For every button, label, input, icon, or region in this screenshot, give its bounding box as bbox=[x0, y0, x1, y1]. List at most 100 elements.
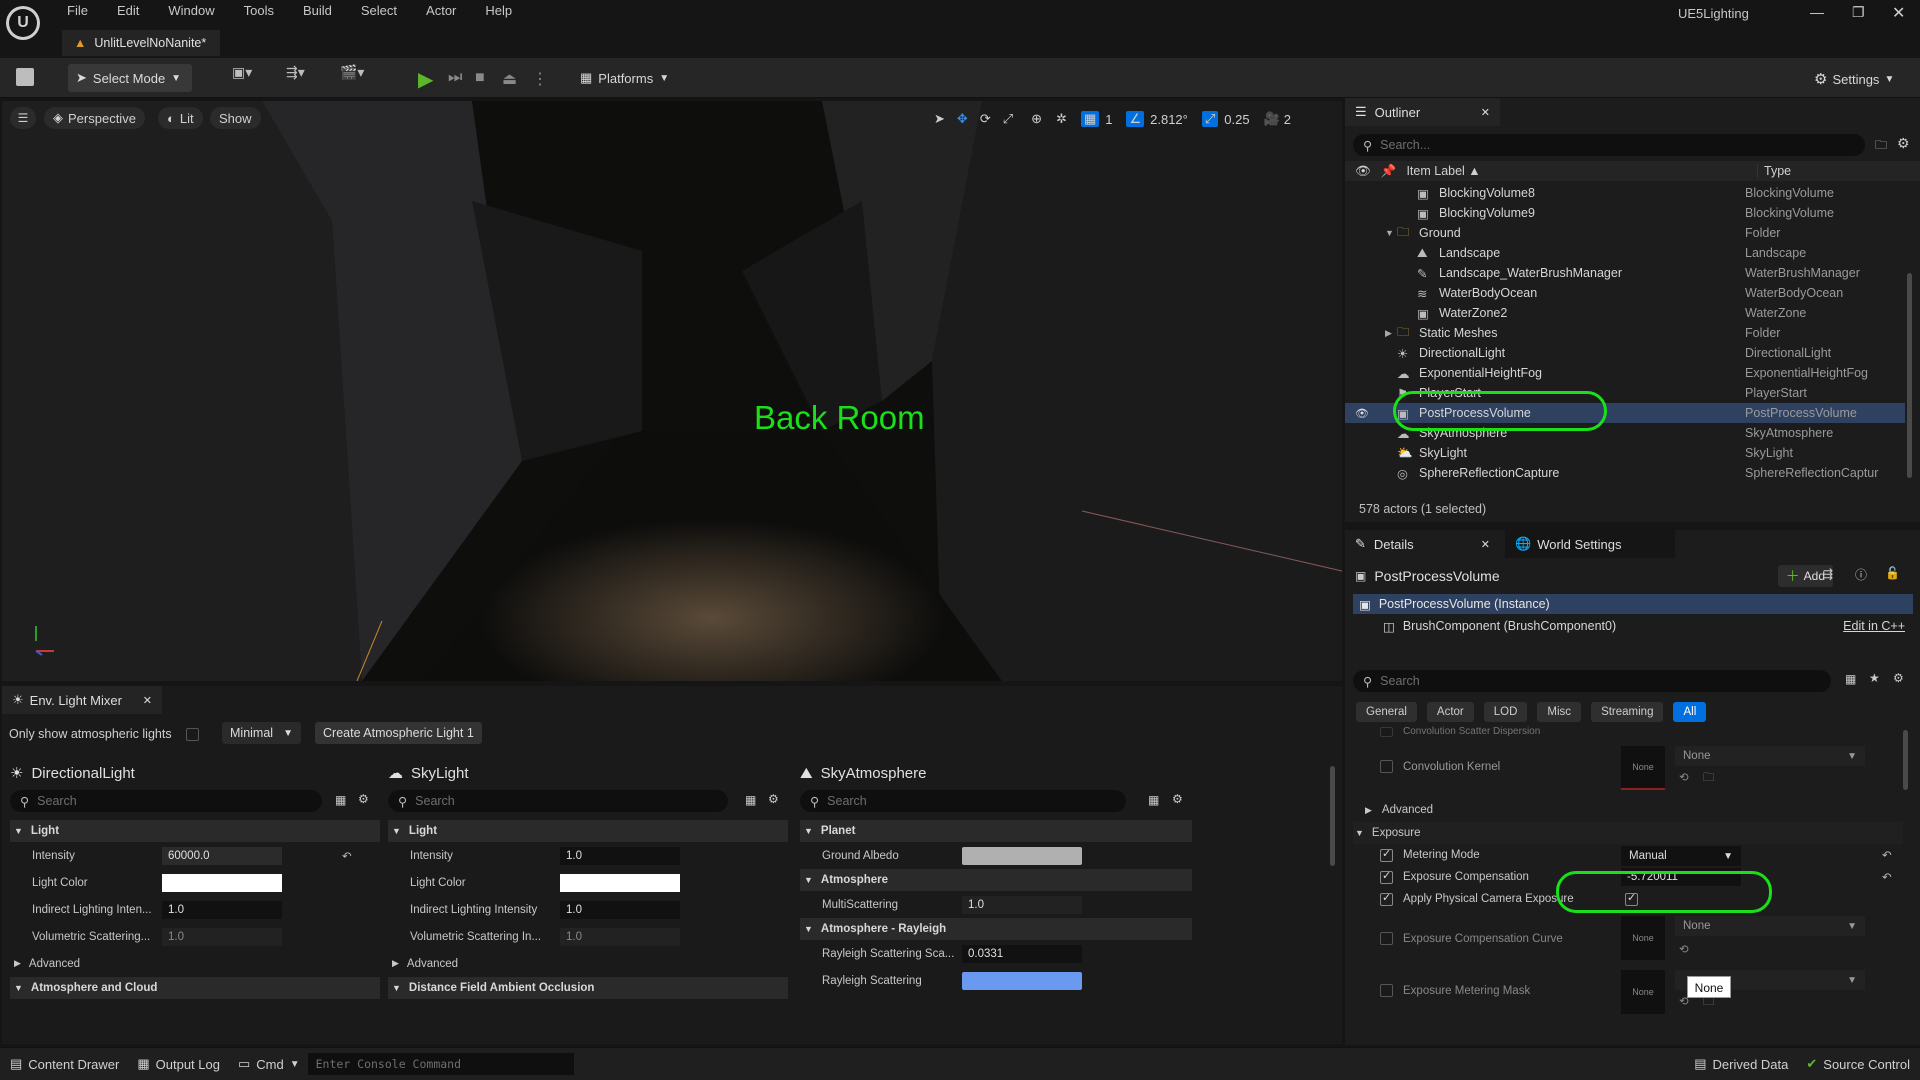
mixer-scroll-thumb[interactable] bbox=[1330, 766, 1335, 866]
outliner-row[interactable]: ▼ 🗀 Ground Folder bbox=[1345, 223, 1905, 243]
surface-snap-icon[interactable]: ✲ bbox=[1056, 111, 1067, 127]
stop-icon[interactable]: ■ bbox=[475, 69, 485, 87]
menu-file[interactable]: File bbox=[67, 3, 88, 18]
curve-dropdown[interactable]: None ▼ bbox=[1675, 916, 1865, 936]
details-tab[interactable]: ✎ Details ✕ bbox=[1345, 530, 1500, 558]
checkbox[interactable] bbox=[1380, 727, 1393, 737]
close-tab-icon[interactable]: ✕ bbox=[1481, 106, 1490, 119]
outliner-row[interactable]: ☁ ExponentialHeightFog ExponentialHeightFo… bbox=[1345, 363, 1905, 383]
outliner-row[interactable]: ▶ 🗀 Static Meshes Folder bbox=[1345, 323, 1905, 343]
gear-icon[interactable]: ⚙ bbox=[358, 792, 369, 806]
outliner-row[interactable]: ▣ BlockingVolume9 BlockingVolume bbox=[1345, 203, 1905, 223]
filter-lod[interactable]: LOD bbox=[1483, 702, 1528, 722]
lit-button[interactable]: ◐ Lit bbox=[158, 107, 203, 129]
dir-light-color-swatch[interactable] bbox=[162, 873, 282, 892]
reset-icon[interactable]: ⟲ bbox=[1679, 770, 1689, 784]
filter-streaming[interactable]: Streaming bbox=[1591, 702, 1664, 722]
browse-icon[interactable]: 🗀 bbox=[1703, 770, 1715, 789]
reset-arrow-icon[interactable]: ↶ bbox=[342, 849, 352, 863]
minimal-dropdown[interactable]: Minimal ▼ bbox=[222, 722, 301, 744]
table-view-icon[interactable]: ▦ bbox=[1148, 793, 1159, 807]
sky-advanced-row[interactable]: ▶ Advanced bbox=[388, 950, 788, 977]
table-view-icon[interactable]: ▦ bbox=[745, 793, 756, 807]
platforms-button[interactable]: ▦ Platforms ▼ bbox=[580, 70, 669, 86]
atmosphere-section[interactable]: ▼ Atmosphere bbox=[800, 869, 1192, 891]
brush-component-row[interactable]: ◫ BrushComponent (BrushComponent0) Edit … bbox=[1353, 616, 1913, 636]
texture-thumbnail[interactable]: None bbox=[1621, 746, 1665, 790]
blueprint-icon[interactable]: ⇶ bbox=[1823, 567, 1833, 581]
filter-all[interactable]: All bbox=[1673, 702, 1707, 722]
derived-data-button[interactable]: ▤ Derived Data bbox=[1694, 1056, 1788, 1072]
light-mixer-tab[interactable]: ☀ Env. Light Mixer ✕ bbox=[2, 686, 162, 714]
outliner-row[interactable]: ◎ SphereReflectionCapture SphereReflection… bbox=[1345, 463, 1905, 483]
scale-snap-icon[interactable]: ⤢ bbox=[1201, 111, 1219, 127]
outliner-row[interactable]: ⛅ SkyLight SkyLight bbox=[1345, 443, 1905, 463]
rayleigh-color-swatch[interactable] bbox=[962, 971, 1082, 990]
sky-light-color-swatch[interactable] bbox=[560, 873, 680, 892]
ground-albedo-swatch[interactable] bbox=[962, 846, 1082, 865]
show-button[interactable]: Show bbox=[210, 107, 261, 129]
outliner-row[interactable]: ⛰ Landscape Landscape bbox=[1345, 243, 1905, 263]
settings-button[interactable]: ⚙ Settings ▼ bbox=[1814, 70, 1894, 88]
save-icon[interactable] bbox=[16, 68, 34, 86]
blueprint-icon[interactable]: ⇶▾ bbox=[280, 64, 311, 92]
menu-tools[interactable]: Tools bbox=[244, 3, 274, 18]
outliner-row[interactable]: ✎ Landscape_WaterBrushManager WaterBrushMa… bbox=[1345, 263, 1905, 283]
world-settings-tab[interactable]: 🌐 World Settings bbox=[1505, 530, 1675, 558]
star-icon[interactable]: ★ bbox=[1869, 671, 1880, 685]
grid-snap-value[interactable]: 1 bbox=[1105, 112, 1112, 127]
play-options-icon[interactable]: ⋮ bbox=[532, 69, 548, 89]
rotation-snap-value[interactable]: 2.812° bbox=[1150, 112, 1188, 127]
camera-speed-icon[interactable]: 🎥 bbox=[1264, 111, 1280, 127]
step-icon[interactable]: ⏭ bbox=[448, 69, 462, 87]
dir-indirect-input[interactable]: 1.0 bbox=[162, 900, 282, 919]
create-atmo-light-button[interactable]: Create Atmospheric Light 1 bbox=[315, 722, 482, 744]
gear-icon[interactable]: ⚙ bbox=[768, 792, 779, 806]
multi-scattering-input[interactable]: 1.0 bbox=[962, 895, 1082, 914]
atmo-cloud-section[interactable]: ▼ Atmosphere and Cloud bbox=[10, 977, 380, 999]
sky-indirect-input[interactable]: 1.0 bbox=[560, 900, 680, 919]
select-tool-icon[interactable]: ➤ bbox=[934, 111, 945, 127]
translate-icon[interactable]: ✥ bbox=[957, 111, 968, 127]
scale-snap-value[interactable]: 0.25 bbox=[1224, 112, 1249, 127]
viewport-options-button[interactable]: ☰ bbox=[10, 107, 36, 129]
eject-icon[interactable]: ⏏ bbox=[502, 69, 517, 89]
dfao-section[interactable]: ▼ Distance Field Ambient Occlusion bbox=[388, 977, 788, 999]
console-input[interactable]: Enter Console Command bbox=[307, 1053, 574, 1075]
dir-intensity-input[interactable]: 60000.0 bbox=[162, 846, 282, 865]
menu-window[interactable]: Window bbox=[168, 3, 214, 18]
output-log-button[interactable]: ▦ Output Log bbox=[137, 1056, 220, 1072]
rotation-snap-icon[interactable]: ∠ bbox=[1126, 111, 1145, 127]
details-scroll-thumb[interactable] bbox=[1903, 730, 1908, 790]
dir-volumetric-input[interactable]: 1.0 bbox=[162, 927, 282, 946]
checkbox[interactable] bbox=[1380, 849, 1393, 862]
source-control-button[interactable]: ✔ Source Control bbox=[1806, 1056, 1910, 1072]
table-view-icon[interactable]: ▦ bbox=[335, 793, 346, 807]
select-mode-button[interactable]: ➤ Select Mode ▼ bbox=[68, 64, 192, 92]
sky-atmo-search[interactable]: ⚲ Search bbox=[800, 790, 1126, 812]
pin-icon[interactable]: 📌 bbox=[1381, 164, 1397, 179]
menu-select[interactable]: Select bbox=[361, 3, 397, 18]
filter-general[interactable]: General bbox=[1356, 702, 1417, 722]
outliner-row[interactable]: ▣ WaterZone2 WaterZone bbox=[1345, 303, 1905, 323]
rayleigh-section[interactable]: ▼ Atmosphere - Rayleigh bbox=[800, 918, 1192, 940]
outliner-scroll-thumb[interactable] bbox=[1907, 273, 1912, 478]
help-icon[interactable]: ⓘ bbox=[1855, 566, 1867, 583]
content-drawer-button[interactable]: ▤ Content Drawer bbox=[10, 1056, 119, 1072]
filter-misc[interactable]: Misc bbox=[1537, 702, 1582, 722]
reset-icon[interactable]: ⟲ bbox=[1679, 942, 1689, 956]
add-actor-icon[interactable]: ▣▾ bbox=[226, 64, 258, 92]
add-folder-icon[interactable]: 🗀 bbox=[1875, 136, 1887, 157]
dir-light-search[interactable]: ⚲ Search bbox=[10, 790, 322, 812]
outliner-row[interactable]: ≋ WaterBodyOcean WaterBodyOcean bbox=[1345, 283, 1905, 303]
checkbox[interactable] bbox=[1380, 760, 1393, 773]
grid-snap-icon[interactable]: ▦ bbox=[1080, 111, 1100, 127]
outliner-search-input[interactable]: ⚲ Search... bbox=[1353, 134, 1865, 156]
gear-icon[interactable]: ⚙ bbox=[1893, 671, 1904, 685]
level-tab[interactable]: ▲ UnlitLevelNoNanite* bbox=[62, 28, 221, 56]
texture-dropdown[interactable]: None ▼ bbox=[1675, 746, 1865, 766]
reset-arrow-icon[interactable]: ↶ bbox=[1882, 870, 1892, 884]
chevron-down-icon[interactable]: ▼ bbox=[1385, 228, 1397, 238]
sky-light-search[interactable]: ⚲ Search bbox=[388, 790, 728, 812]
exposure-section-header[interactable]: ▼ Exposure bbox=[1353, 822, 1903, 844]
